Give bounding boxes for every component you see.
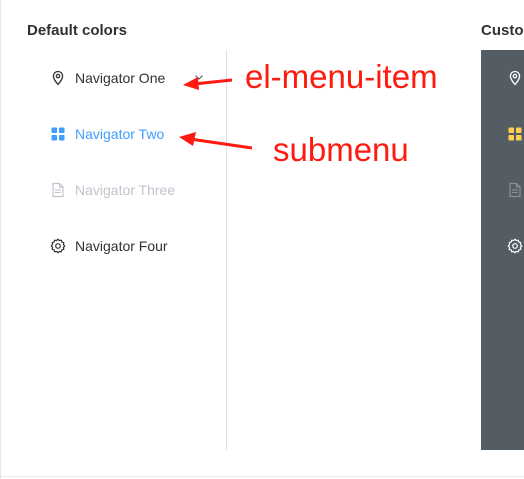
arrow-to-navigator-two [179, 132, 253, 150]
arrow-to-navigator-one [183, 77, 233, 90]
annotation-submenu: submenu [273, 131, 409, 168]
annotation-el-menu-item: el-menu-item [245, 58, 438, 95]
